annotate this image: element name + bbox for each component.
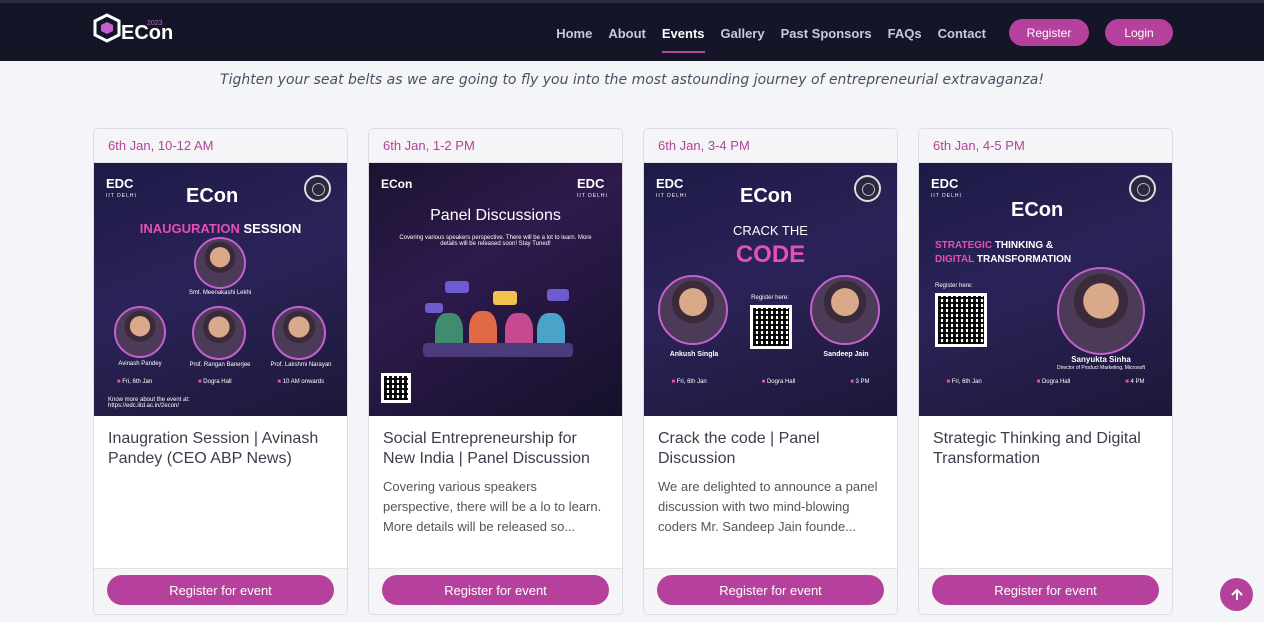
speaker-avatar (194, 237, 246, 289)
poster-info: Fri, 6th JanDogra Hall10 AM onwards (94, 379, 347, 385)
card-footer: Register for event (369, 568, 622, 614)
nav-contact[interactable]: Contact (930, 3, 994, 64)
event-title[interactable]: Crack the code | Panel Discussion (644, 416, 897, 469)
iit-seal-icon (1129, 175, 1156, 202)
event-title[interactable]: Inaugration Session | Avinash Pandey (CE… (94, 416, 347, 469)
nav-past-sponsors[interactable]: Past Sponsors (773, 3, 880, 64)
card-footer: Register for event (919, 568, 1172, 614)
qr-code[interactable] (935, 293, 987, 347)
poster-econ-logo: ECon (1011, 199, 1064, 221)
speaker-name: Avinash Pandey (118, 361, 162, 367)
edc-logo: EDC IIT DELHI (931, 176, 962, 199)
poster-info: Fri, 6th JanDogra Hall4 PM (919, 379, 1172, 385)
poster-econ-logo: ECon (186, 185, 239, 207)
speaker-avatar (114, 306, 166, 358)
event-description (919, 469, 1172, 477)
poster-heading: CRACK THE (733, 223, 808, 238)
event-poster[interactable]: EDC IIT DELHI ECon STRATEGIC THINKING & D… (919, 163, 1172, 416)
speech-bubble-icon (425, 303, 443, 313)
event-description (94, 469, 347, 477)
poster-heading: CODE (735, 241, 806, 268)
speech-bubble-icon (547, 289, 569, 301)
svg-text:2023: 2023 (147, 20, 163, 27)
register-for-event-button[interactable]: Register for event (382, 575, 609, 605)
qr-code[interactable] (381, 373, 411, 403)
poster-heading: INAUGURATION SESSION (139, 221, 302, 236)
nav-gallery[interactable]: Gallery (713, 3, 773, 64)
event-date: 6th Jan, 4-5 PM (919, 129, 1172, 163)
event-date: 6th Jan, 3-4 PM (644, 129, 897, 163)
speaker-avatar (810, 275, 880, 345)
register-for-event-button[interactable]: Register for event (932, 575, 1159, 605)
speaker-avatar (272, 306, 326, 360)
nav-about[interactable]: About (600, 3, 654, 64)
speaker-name: Sandeep Jain (823, 351, 869, 358)
register-for-event-button[interactable]: Register for event (107, 575, 334, 605)
tagline: Tighten your seat belts as we are going … (220, 72, 1044, 88)
econ-logo[interactable]: ECon 2023 (93, 13, 173, 55)
iit-seal-icon (854, 175, 881, 202)
event-description: Covering various speakers perspective, t… (383, 479, 602, 534)
event-poster[interactable]: EDC IIT DELHI ECon INAUGURATION SESSION S… (94, 163, 347, 416)
speech-bubble-icon (493, 291, 517, 305)
poster-footer: Know more about the event at: https://ed… (108, 397, 190, 409)
event-title[interactable]: Social Entrepreneurship for New India | … (369, 416, 622, 469)
poster-heading: STRATEGIC THINKING & DIGITAL TRANSFORMAT… (935, 240, 1072, 265)
edc-logo: EDC IIT DELHI (106, 176, 137, 199)
event-card-panel-discussion: 6th Jan, 1-2 PM ECon EDC IIT DELHI Panel … (368, 128, 623, 615)
speaker-name: Smt. Meenakashi Lekhi (188, 290, 252, 296)
poster-econ-logo: ECon (740, 185, 793, 207)
login-button[interactable]: Login (1105, 19, 1173, 46)
event-description: We are delighted to announce a panel dis… (658, 479, 878, 534)
event-title[interactable]: Strategic Thinking and Digital Transform… (919, 416, 1172, 469)
poster-info: Fri, 6th JanDogra Hall3 PM (644, 379, 897, 385)
speaker-name: Prof. Rangan Banerjee (189, 362, 251, 368)
poster-econ-logo: ECon (381, 177, 413, 191)
nav-links: Home About Events Gallery Past Sponsors … (548, 3, 994, 64)
event-date: 6th Jan, 10-12 AM (94, 129, 347, 163)
speaker-avatar (658, 275, 728, 345)
register-for-event-button[interactable]: Register for event (657, 575, 884, 605)
speaker-name: Sanyukta Sinha (1071, 355, 1131, 364)
top-navbar: ECon 2023 Home About Events Gallery Past… (0, 0, 1264, 61)
iit-seal-icon (304, 175, 331, 202)
card-footer: Register for event (94, 568, 347, 614)
speaker-avatar (192, 306, 246, 360)
card-footer: Register for event (644, 568, 897, 614)
speaker-name: Ankush Singla (669, 351, 719, 358)
nav-faqs[interactable]: FAQs (880, 3, 930, 64)
speaker-avatar (1057, 267, 1145, 355)
edc-logo: EDC IIT DELHI (577, 176, 608, 199)
nav-events[interactable]: Events (654, 3, 713, 64)
speech-bubble-icon (445, 281, 469, 293)
register-here-label: Register here: (751, 295, 789, 301)
nav-home[interactable]: Home (548, 3, 600, 64)
event-poster[interactable]: EDC IIT DELHI ECon CRACK THE CODE Registe… (644, 163, 897, 416)
poster-subtext: Covering various speakers perspective. T… (399, 235, 592, 247)
register-here-label: Register here: (935, 283, 973, 289)
qr-code[interactable] (750, 305, 792, 349)
event-poster[interactable]: ECon EDC IIT DELHI Panel Discussions Cove… (369, 163, 622, 416)
arrow-up-icon[interactable] (1220, 578, 1253, 611)
poster-heading: Panel Discussions (430, 207, 561, 224)
event-date: 6th Jan, 1-2 PM (369, 129, 622, 163)
speaker-role: Director of Product Marketing, Microsoft (1056, 365, 1146, 371)
event-card-inauguration: 6th Jan, 10-12 AM EDC IIT DELHI ECon INAU… (93, 128, 348, 615)
event-card-strategic-thinking: 6th Jan, 4-5 PM EDC IIT DELHI ECon STRATE… (918, 128, 1173, 615)
register-button[interactable]: Register (1009, 19, 1089, 46)
event-card-crack-the-code: 6th Jan, 3-4 PM EDC IIT DELHI ECon CRACK … (643, 128, 898, 615)
couch-illustration (423, 343, 573, 357)
speaker-name: Prof. Lakshmi Narayan (270, 362, 332, 368)
edc-logo: EDC IIT DELHI (656, 176, 687, 199)
